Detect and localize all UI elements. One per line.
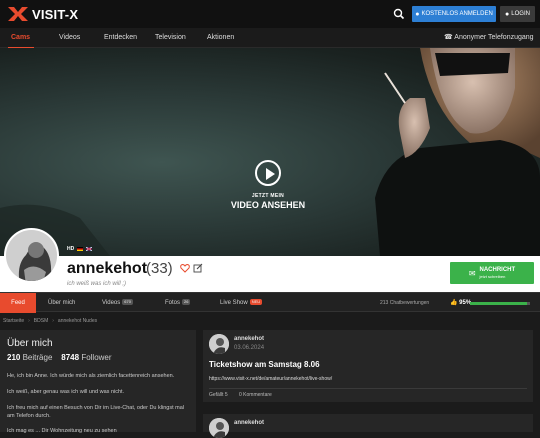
visit-x-logo-icon (8, 7, 28, 21)
breadcrumb-current: annekehot Nudes (57, 318, 98, 324)
post-like-button[interactable]: Gefällt 5 (209, 392, 228, 398)
breadcrumb-category[interactable]: BDSM (34, 318, 48, 324)
user-icon: ● (415, 10, 420, 18)
breadcrumb: Startseite › BDSM › annekehot Nudes (3, 318, 97, 324)
search-icon[interactable] (392, 7, 406, 21)
post-avatar-image (209, 334, 229, 354)
tab-videos[interactable]: Videos 670 (102, 293, 133, 313)
chat-icon: ✉ (468, 268, 476, 278)
login-button[interactable]: ● LOGIN (500, 6, 535, 22)
hero-cta-line1: JETZT MEIN (251, 193, 285, 199)
play-icon[interactable] (255, 160, 281, 186)
message-button-label: NACHRICHT (479, 267, 516, 273)
logo-text: VISIT-X (32, 6, 79, 22)
flag-gb-icon (86, 247, 92, 251)
post-author[interactable]: annekehot (234, 336, 264, 342)
breadcrumb-separator: › (52, 318, 54, 324)
tab-videos-label: Videos (102, 300, 121, 306)
nav-item-cams[interactable]: Cams (11, 28, 30, 48)
about-text-2: Ich weiß, aber genau was ich will und wa… (7, 389, 125, 395)
about-text-4: Ich mag es ... Dir Wohnzeitung neu zu se… (7, 428, 117, 434)
hero-model-image (0, 48, 540, 256)
anonymous-phone-link[interactable]: ☎ Anonymer Telefonzugang (444, 28, 534, 48)
profile-name: annekehot (67, 260, 148, 277)
heart-icon[interactable] (180, 263, 190, 273)
post-divider (209, 388, 527, 389)
login-button-label: LOGIN (511, 11, 530, 17)
register-button-label: KOSTENLOS ANMELDEN (421, 11, 493, 17)
tab-fotos-label: Fotos (165, 300, 181, 306)
fotos-count-badge: 26 (182, 299, 191, 306)
about-panel: Über mich 210 Beiträge 8748 Follower He,… (0, 330, 196, 434)
breadcrumb-home[interactable]: Startseite (3, 318, 24, 324)
profile-tabs: Feed Über mich Videos 670 Fotos 26 Live Sh… (0, 292, 540, 313)
main-nav: Cams Videos Entdecken Television Aktione… (0, 28, 540, 48)
about-text-3: Ich freu mich auf einen Besuch von Dir i… (7, 405, 184, 419)
message-button-sub: jetzt schreiben (479, 274, 506, 279)
hero-video-banner[interactable]: JETZT MEIN VIDEO ANSEHEN (0, 48, 540, 256)
tab-live-show-label: Live Show (220, 300, 248, 306)
post-link[interactable]: https://www.visit-x.net/de/amateur/annek… (209, 376, 332, 382)
edit-icon[interactable] (193, 263, 203, 273)
profile-age: (33) (146, 260, 173, 277)
posts-label: Beiträge (22, 353, 53, 362)
phone-icon: ☎ (444, 34, 453, 41)
feed-post: annekehot 03.06.2024 Ticketshow am Samst… (203, 330, 533, 402)
post-comments-link[interactable]: 0 Kommentare (239, 392, 272, 398)
rating-value: 👍 95% (450, 293, 471, 313)
followers-label: Follower (81, 353, 112, 362)
about-title: Über mich (7, 338, 53, 349)
tab-live-show[interactable]: Live Show NEU (220, 293, 263, 313)
thumbs-up-icon: 👍 (450, 300, 458, 306)
rating-count: 213 Chatbewertungen (380, 300, 430, 306)
nav-item-aktionen[interactable]: Aktionen (207, 28, 234, 48)
post-date: 03.06.2024 (234, 345, 265, 351)
post-title: Ticketshow am Samstag 8.06 (209, 360, 320, 369)
nav-item-television[interactable]: Television (155, 28, 186, 48)
post-avatar-image (209, 418, 229, 438)
posts-count: 210 (7, 353, 21, 362)
about-stats: 210 Beiträge 8748 Follower (7, 353, 112, 362)
nav-item-videos[interactable]: Videos (59, 28, 80, 48)
breadcrumb-separator: › (28, 318, 30, 324)
logo[interactable]: VISIT-X (8, 7, 78, 22)
anonymous-phone-label: Anonymer Telefonzugang (454, 34, 534, 41)
feed-post: annekehot (203, 414, 533, 438)
tab-about[interactable]: Über mich (48, 293, 75, 313)
about-text-1: He, ich bin Anne. Ich würde mich als zie… (7, 373, 175, 379)
top-bar: VISIT-X ● KOSTENLOS ANMELDEN ● LOGIN (0, 0, 540, 28)
rating-bar-fill (470, 302, 527, 305)
register-button[interactable]: ● KOSTENLOS ANMELDEN (412, 6, 496, 22)
followers-count: 8748 (61, 353, 80, 362)
live-new-badge: NEU (249, 299, 263, 306)
user-icon: ● (505, 10, 510, 18)
hd-badge: HD (67, 246, 75, 252)
rating-bar (470, 302, 530, 305)
hero-cta-line2: VIDEO ANSEHEN (230, 200, 306, 210)
tab-fotos[interactable]: Fotos 26 (165, 293, 191, 313)
nav-item-entdecken[interactable]: Entdecken (104, 28, 137, 48)
message-button[interactable]: ✉ NACHRICHT jetzt schreiben (450, 262, 534, 284)
post-avatar[interactable] (209, 334, 229, 354)
profile-tagline: ich weiß was ich will ;) (67, 281, 127, 287)
post-author[interactable]: annekehot (234, 420, 264, 426)
post-avatar[interactable] (209, 418, 229, 438)
flag-de-icon (77, 247, 83, 251)
videos-count-badge: 670 (122, 299, 133, 306)
tab-feed[interactable]: Feed (0, 293, 36, 313)
avatar[interactable] (4, 228, 59, 283)
